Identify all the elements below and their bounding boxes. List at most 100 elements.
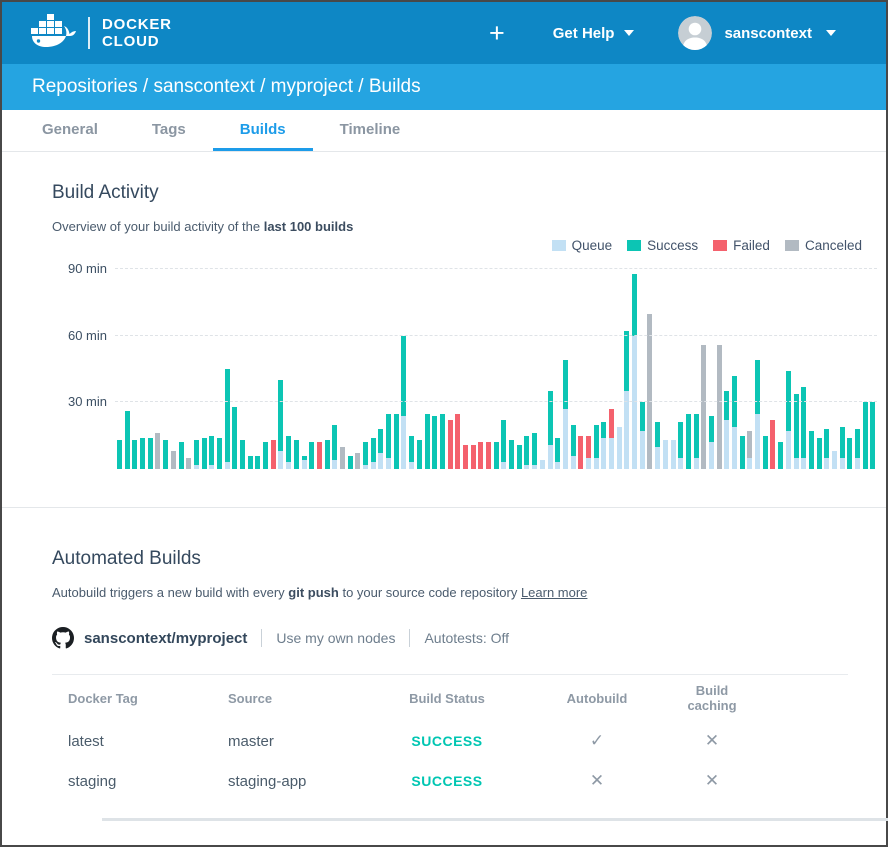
success-segment [740, 436, 745, 469]
top-header: DOCKER CLOUD + Get Help sanscontext [2, 2, 886, 64]
breadcrumb[interactable]: Repositories / sanscontext / myproject /… [32, 76, 421, 98]
build-status-badge[interactable]: SUCCESS [411, 733, 482, 749]
success-segment [686, 414, 691, 470]
chart-bar [478, 442, 483, 469]
failed-segment [770, 420, 775, 469]
success-segment [140, 438, 145, 469]
success-segment [209, 436, 214, 465]
chart-bar [678, 422, 683, 469]
build-status-badge[interactable]: SUCCESS [411, 773, 482, 789]
tab-timeline[interactable]: Timeline [313, 110, 428, 151]
canceled-segment [701, 345, 706, 469]
chart-bar [348, 456, 353, 469]
y-tick-label: 30 min [68, 394, 107, 409]
queue-segment [640, 431, 645, 469]
user-menu[interactable]: sanscontext [678, 16, 836, 50]
chart-bar [132, 440, 137, 469]
chart-bar [263, 442, 268, 469]
chart-bar [355, 453, 360, 469]
canceled-segment [155, 433, 160, 469]
tab-builds[interactable]: Builds [213, 110, 313, 151]
chart-bar [509, 440, 514, 469]
canceled-segment [355, 453, 360, 469]
chart-bar [202, 438, 207, 469]
success-segment [678, 422, 683, 458]
autobuild-cross-icon[interactable]: ✕ [522, 771, 672, 791]
chart-bar [832, 451, 837, 469]
subtitle-text: to your source code repository [339, 585, 521, 600]
legend-item-success: Success [627, 238, 698, 253]
chart-bar [640, 402, 645, 469]
queue-segment [194, 465, 199, 469]
chart-bar [770, 420, 775, 469]
success-segment [794, 394, 799, 458]
docker-cloud-logo[interactable]: DOCKER CLOUD [30, 13, 172, 54]
success-segment [494, 442, 499, 469]
queue-segment [571, 456, 576, 469]
success-segment [286, 436, 291, 463]
chart-bar [747, 431, 752, 469]
tab-general[interactable]: General [15, 110, 125, 151]
chart-bar [155, 433, 160, 469]
build-caching-cross-icon[interactable]: ✕ [672, 731, 752, 751]
legend-swatch [785, 240, 799, 251]
success-segment [386, 414, 391, 458]
chart-bar [209, 436, 214, 469]
username-label: sanscontext [724, 25, 812, 42]
queue-segment [302, 460, 307, 469]
success-segment [294, 440, 299, 469]
legend-item-queue: Queue [552, 238, 613, 253]
success-segment [363, 442, 368, 464]
chart-bar [647, 314, 652, 469]
success-segment [517, 445, 522, 469]
chart-bar [386, 414, 391, 469]
repo-name[interactable]: sanscontext/myproject [84, 630, 247, 647]
failed-segment [463, 445, 468, 469]
bottom-divider [102, 818, 888, 821]
failed-segment [471, 445, 476, 469]
autobuild-check-icon[interactable]: ✓ [522, 731, 672, 751]
chart-bar [624, 331, 629, 469]
table-row: stagingstaging-appSUCCESS✕✕ [52, 761, 848, 801]
success-segment [778, 442, 783, 469]
build-caching-cross-icon[interactable]: ✕ [672, 771, 752, 791]
chart-bar [717, 345, 722, 469]
success-segment [163, 440, 168, 469]
gridline [115, 401, 877, 402]
autotests-label: Autotests: Off [424, 630, 509, 646]
queue-segment [794, 458, 799, 469]
get-help-menu[interactable]: Get Help [553, 25, 635, 42]
success-segment [263, 442, 268, 469]
docker-tag-cell: staging [52, 773, 212, 790]
success-segment [132, 440, 137, 469]
failed-segment [448, 420, 453, 469]
queue-segment [801, 458, 806, 469]
chart-bar [824, 429, 829, 469]
chart-bars [117, 274, 877, 469]
chart-bar [532, 433, 537, 469]
chart-bar [671, 440, 676, 469]
success-segment [532, 433, 537, 464]
learn-more-link[interactable]: Learn more [521, 585, 587, 600]
docker-whale-icon [30, 13, 76, 54]
tab-tags[interactable]: Tags [125, 110, 213, 151]
chart-bar [225, 369, 230, 469]
subtitle-bold-text: last 100 builds [264, 219, 354, 234]
chart-bar [371, 438, 376, 469]
chart-bar [524, 436, 529, 469]
success-segment [755, 360, 760, 413]
chart-bar [763, 436, 768, 469]
divider [409, 629, 410, 647]
divider [261, 629, 262, 647]
queue-segment [532, 465, 537, 469]
failed-segment [478, 442, 483, 469]
column-header: Docker Tag [52, 691, 212, 706]
create-new-button[interactable]: + [489, 20, 505, 47]
chart-bar [232, 407, 237, 469]
build-activity-subtitle: Overview of your build activity of the l… [52, 219, 886, 234]
success-segment [440, 414, 445, 470]
queue-segment [609, 438, 614, 469]
build-rules-table: Docker TagSourceBuild StatusAutobuildBui… [52, 674, 848, 801]
avatar [678, 16, 712, 50]
canceled-segment [747, 431, 752, 458]
